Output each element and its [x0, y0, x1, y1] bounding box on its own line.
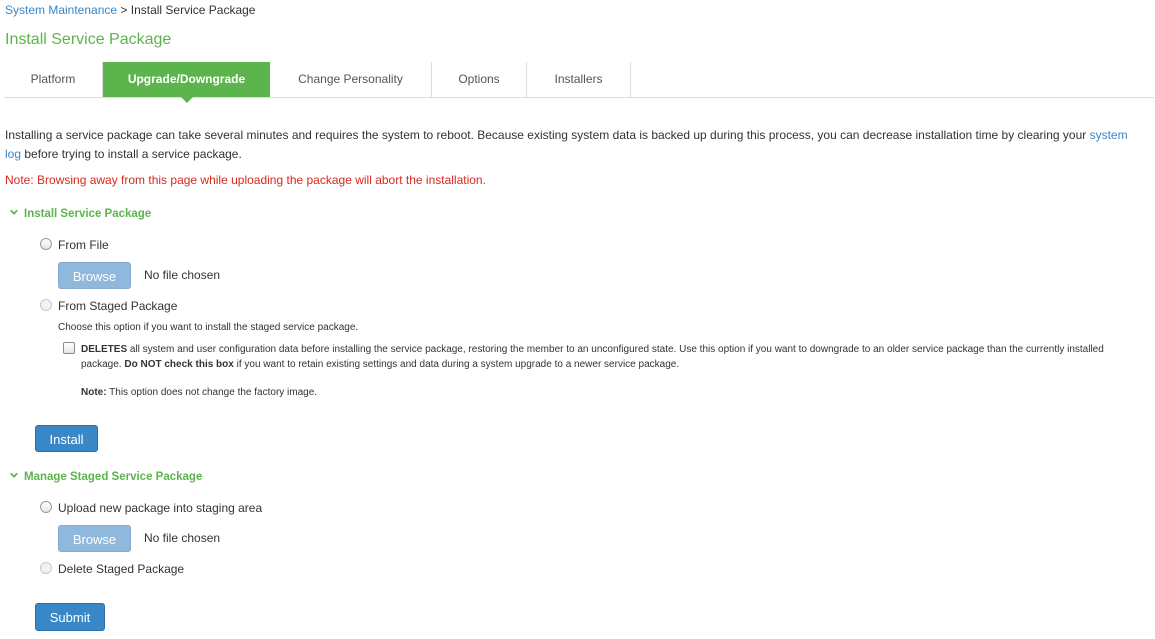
install-section-title: Install Service Package [24, 208, 152, 220]
browse-button-install[interactable]: Browse [58, 262, 131, 289]
breadcrumb: System Maintenance > Install Service Pac… [5, 3, 255, 17]
tab-change-personality[interactable]: Change Personality [270, 62, 432, 97]
do-not-check-text: if you want to retain existing settings … [233, 359, 680, 370]
delete-staged-package-label: Delete Staged Package [58, 562, 185, 576]
tab-installers[interactable]: Installers [527, 62, 631, 97]
deletes-bold: DELETES [81, 344, 128, 355]
delete-staged-package-radio[interactable] [40, 562, 52, 574]
breadcrumb-current: Install Service Package [130, 3, 256, 17]
from-file-label: From File [58, 238, 109, 252]
delete-config-description: DELETES all system and user configuratio… [81, 342, 1126, 372]
tab-bar: Platform Upgrade/Downgrade Change Person… [4, 62, 1154, 103]
tab-label: Change Personality [298, 72, 403, 86]
install-section-header[interactable]: Install Service Package [10, 208, 151, 220]
manage-section-title: Manage Staged Service Package [24, 471, 203, 483]
upload-package-radio[interactable] [40, 501, 52, 513]
tab-options[interactable]: Options [432, 62, 527, 97]
intro-text-after: before trying to install a service packa… [21, 147, 242, 161]
tab-label: Platform [30, 72, 76, 86]
from-staged-package-radio[interactable] [40, 299, 52, 311]
from-file-radio[interactable] [40, 238, 52, 250]
active-tab-caret-icon [180, 97, 193, 103]
chevron-down-icon [10, 472, 18, 478]
tab-label: Options [458, 72, 500, 86]
manage-section-header[interactable]: Manage Staged Service Package [10, 471, 202, 483]
note-text: This option does not change the factory … [106, 387, 318, 398]
staged-help-text: Choose this option if you want to instal… [58, 322, 359, 333]
no-file-chosen-text: No file chosen [144, 531, 221, 545]
submit-button[interactable]: Submit [35, 603, 105, 631]
from-staged-package-label: From Staged Package [58, 299, 178, 313]
factory-image-note: Note: This option does not change the fa… [81, 387, 317, 398]
tab-upgrade-downgrade[interactable]: Upgrade/Downgrade [103, 62, 270, 103]
tab-label: Upgrade/Downgrade [127, 72, 246, 86]
browse-button-staging[interactable]: Browse [58, 525, 131, 552]
intro-text: Installing a service package can take se… [5, 126, 1145, 164]
breadcrumb-separator: > [117, 3, 131, 17]
intro-text-before: Installing a service package can take se… [5, 128, 1090, 142]
tab-platform[interactable]: Platform [4, 62, 103, 97]
install-button[interactable]: Install [35, 425, 98, 452]
page-title: Install Service Package [5, 31, 172, 48]
tab-label: Installers [554, 72, 603, 86]
breadcrumb-link-system-maintenance[interactable]: System Maintenance [5, 3, 117, 17]
do-not-check-bold: Do NOT check this box [124, 359, 234, 370]
delete-config-checkbox[interactable] [63, 342, 75, 354]
chevron-down-icon [10, 209, 18, 215]
no-file-chosen-text: No file chosen [144, 268, 221, 282]
upload-package-label: Upload new package into staging area [58, 501, 263, 515]
warning-note: Note: Browsing away from this page while… [5, 173, 486, 187]
note-bold: Note: [81, 387, 107, 398]
